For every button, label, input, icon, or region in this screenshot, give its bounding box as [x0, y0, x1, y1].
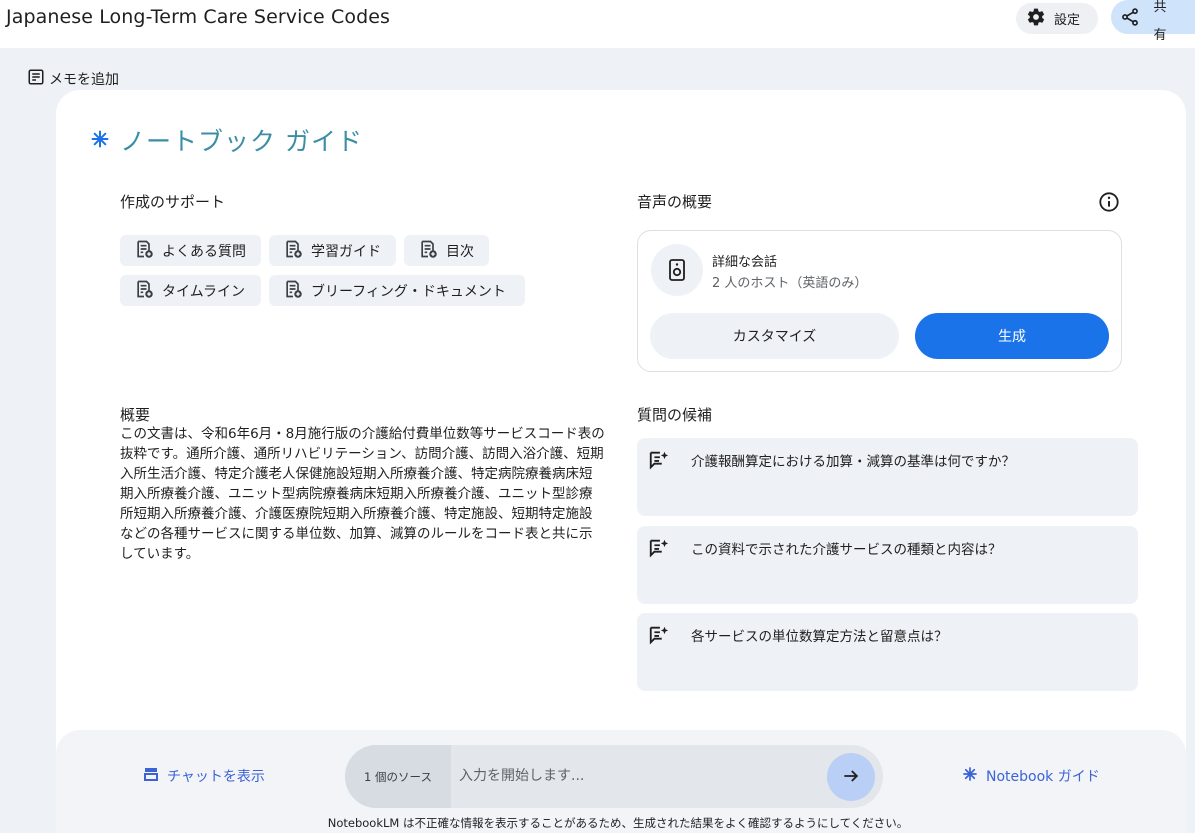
chip-label: 目次	[446, 243, 474, 260]
question-text: 介護報酬算定における加算・減算の基準は何ですか？	[691, 454, 1015, 470]
questions-heading: 質問の候補	[637, 406, 713, 424]
note-add-icon	[27, 68, 45, 90]
show-chat-label: チャットを表示	[167, 769, 265, 785]
suggested-question[interactable]: この資料で示された介護サービスの種類と内容は？	[637, 526, 1138, 604]
chip-label: タイムライン	[162, 283, 246, 300]
settings-button[interactable]: 設定	[1016, 3, 1098, 34]
guide-title: ノートブック ガイド	[90, 122, 363, 158]
doc-add-icon	[134, 239, 154, 263]
notebook-title[interactable]: Japanese Long-Term Care Service Codes	[6, 6, 390, 28]
doc-add-icon	[418, 239, 438, 263]
support-heading: 作成のサポート	[120, 193, 226, 211]
notebook-guide-button[interactable]: Notebook ガイド	[962, 766, 1100, 786]
chip-toc[interactable]: 目次	[404, 235, 489, 266]
chip-label: 学習ガイド	[311, 243, 381, 260]
suggested-question[interactable]: 各サービスの単位数算定方法と留意点は？	[637, 613, 1138, 691]
source-count-badge[interactable]: 1 個のソース	[345, 745, 451, 808]
doc-add-icon	[283, 239, 303, 263]
notebook-guide-label: Notebook ガイド	[986, 769, 1100, 785]
audio-subtitle: 2 人のホスト（英語のみ）	[712, 276, 868, 291]
settings-label: 設定	[1054, 13, 1081, 28]
share-icon	[1120, 7, 1140, 31]
audio-overview-card: 詳細な会話 2 人のホスト（英語のみ） カスタマイズ 生成	[637, 230, 1122, 372]
question-text: この資料で示された介護サービスの種類と内容は？	[691, 542, 1002, 558]
summary-heading: 概要	[120, 406, 151, 424]
chat-sparkle-icon	[648, 624, 670, 650]
chat-panel-icon	[143, 766, 159, 786]
generate-button[interactable]: 生成	[915, 313, 1109, 359]
chip-briefing-doc[interactable]: ブリーフィング・ドキュメント	[269, 275, 525, 306]
chat-sparkle-icon	[648, 449, 670, 475]
top-bar: Japanese Long-Term Care Service Codes	[0, 0, 1195, 48]
doc-add-icon	[134, 279, 154, 303]
doc-add-icon	[283, 279, 303, 303]
audio-heading: 音声の概要	[637, 193, 713, 211]
disclaimer: NotebookLM は不正確な情報を表示することがあるため、生成された結果をよ…	[327, 816, 909, 830]
customize-button[interactable]: カスタマイズ	[650, 313, 899, 359]
sparkle-icon	[90, 126, 110, 155]
info-icon[interactable]	[1098, 191, 1120, 217]
chip-label: よくある質問	[162, 243, 246, 260]
show-chat-button[interactable]: チャットを表示	[143, 766, 265, 786]
arrow-right-icon	[841, 766, 861, 789]
add-memo-button[interactable]: メモを追加	[27, 68, 119, 90]
suggested-question[interactable]: 介護報酬算定における加算・減算の基準は何ですか？	[637, 438, 1138, 516]
add-memo-label: メモを追加	[49, 72, 119, 88]
chip-study-guide[interactable]: 学習ガイド	[269, 235, 396, 266]
send-button[interactable]	[827, 753, 875, 801]
chip-timeline[interactable]: タイムライン	[120, 275, 261, 306]
chat-sparkle-icon	[648, 537, 670, 563]
chat-input[interactable]	[459, 757, 819, 795]
audio-title: 詳細な会話	[712, 255, 778, 270]
speaker-icon	[651, 244, 703, 296]
chat-input-container: 1 個のソース	[345, 745, 883, 808]
guide-title-text: ノートブック ガイド	[120, 127, 363, 156]
question-text: 各サービスの単位数算定方法と留意点は？	[691, 629, 948, 645]
summary-text: この文書は、令和6年6月・8月施行版の介護給付費単位数等サービスコード表の抜粋で…	[120, 426, 605, 562]
sparkle-icon	[962, 766, 978, 786]
chip-faq[interactable]: よくある質問	[120, 235, 261, 266]
gear-icon	[1026, 7, 1046, 31]
chip-label: ブリーフィング・ドキュメント	[311, 283, 506, 300]
share-label: 共有	[1153, 0, 1167, 43]
